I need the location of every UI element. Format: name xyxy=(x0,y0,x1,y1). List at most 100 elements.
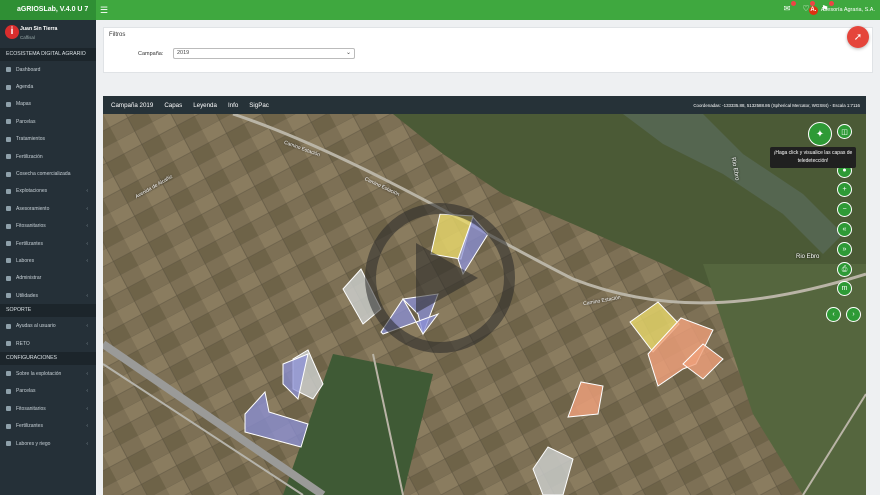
menu-icon xyxy=(6,388,11,394)
pin-icon: ● xyxy=(842,167,847,174)
chevron-left-icon: ‹ xyxy=(86,205,88,212)
menu-icon xyxy=(6,406,11,412)
campaign-label: Campaña: xyxy=(138,51,164,57)
sidebar-item-label: Dashboard xyxy=(16,66,41,73)
sidebar-item-label: Utilidades xyxy=(16,292,38,299)
map-coordinates: Coordenadas: -133335.88, 5132588.86 (Sph… xyxy=(693,102,860,108)
sidebar-item-label: Administrar xyxy=(16,275,42,282)
sidebar-item-label: Fertilización xyxy=(16,153,43,160)
map-toolbar-info[interactable]: Info xyxy=(228,102,238,109)
sidebar-item-cosecha-comercializada[interactable]: Cosecha comercializada xyxy=(0,165,96,182)
previous-view-button[interactable]: « xyxy=(837,222,852,237)
next-view-button[interactable]: » xyxy=(837,242,852,257)
sidebar-section-ecosystem: ECOSISTEMA DIGITAL AGRARIO xyxy=(0,48,96,61)
campaign-select[interactable]: 2019 ⌄ xyxy=(173,48,355,59)
mail-icon[interactable]: ✉ xyxy=(782,1,796,14)
chevron-left-icon: ‹ xyxy=(86,223,88,230)
sidebar-item-label: Cosecha comercializada xyxy=(16,171,71,178)
sidebar-item-labores-y-riego[interactable]: Labores y riego ‹ xyxy=(0,435,96,452)
sidebar-item-label: Parcelas xyxy=(16,118,36,125)
sidebar-section-support: SOPORTE xyxy=(0,304,96,318)
sidebar-item-ayudas-al-usuario[interactable]: Ayudas al usuario ‹ xyxy=(0,317,96,334)
menu-icon xyxy=(6,67,11,73)
menu-icon xyxy=(6,371,11,377)
menu-icon xyxy=(6,136,11,142)
sidebar-item-fertilizantes[interactable]: Fertilizantes ‹ xyxy=(0,235,96,252)
chevron-left-icon: ‹ xyxy=(86,323,88,330)
company-menu[interactable]: A. Asesoría Agraria, S.A. xyxy=(808,0,875,20)
pan-right-button[interactable]: › xyxy=(846,307,861,322)
chevron-left-icon: ‹ xyxy=(86,370,88,377)
sidebar-item-label: Ayudas al usuario xyxy=(16,323,56,330)
sidebar-item-fitosanitarios[interactable]: Fitosanitarios ‹ xyxy=(0,218,96,235)
map-view-button[interactable]: ◫ xyxy=(837,124,852,139)
chevron-left-icon: ‹ xyxy=(86,388,88,395)
sidebar-item-label: Parcelas xyxy=(16,388,36,395)
sidebar-item-sobre-la-explotación[interactable]: Sobre la explotación ‹ xyxy=(0,365,96,382)
map-toolbar-legend[interactable]: Leyenda xyxy=(193,102,217,109)
sidebar-item-label: Mapas xyxy=(16,101,32,108)
menu-icon xyxy=(6,423,11,429)
user-name: Juan Sin Tierra xyxy=(20,26,58,32)
sidebar-item-parcelas[interactable]: Parcelas ‹ xyxy=(0,383,96,400)
map-toolbar-sigpac[interactable]: SigPac xyxy=(249,102,269,109)
menu-icon xyxy=(6,258,11,264)
sidebar-item-agenda[interactable]: Agenda xyxy=(0,78,96,95)
play-triangle xyxy=(416,243,478,313)
sidebar-item-reto[interactable]: RETO ‹ xyxy=(0,335,96,352)
hamburger-icon[interactable]: ☰ xyxy=(100,5,108,16)
app-title[interactable]: aGRIOSLab, V.4.0 U 7 xyxy=(0,0,96,20)
zoom-out-button[interactable]: − xyxy=(837,202,852,217)
sidebar-item-parcelas[interactable]: Parcelas xyxy=(0,113,96,130)
menu-icon xyxy=(6,101,11,107)
chevron-down-icon: ⌄ xyxy=(345,50,351,56)
sidebar-item-label: Fertilizantes xyxy=(16,240,43,247)
menu-icon xyxy=(6,206,11,212)
sidebar: i Juan Sin Tierra Caffisal ECOSISTEMA DI… xyxy=(0,20,96,495)
sidebar-item-mapas[interactable]: Mapas xyxy=(0,96,96,113)
sidebar-item-label: RETO xyxy=(16,340,30,347)
campaign-value: 2019 xyxy=(177,50,190,56)
double-right-icon: » xyxy=(842,246,847,253)
map-icon: ◫ xyxy=(841,128,848,136)
menu-icon xyxy=(6,84,11,90)
map-toolbar: Campaña 2019 Capas Leyenda Info SigPac C… xyxy=(103,96,866,114)
chevron-left-icon: ‹ xyxy=(86,257,88,264)
print-button[interactable]: ⎙ xyxy=(837,262,852,277)
sidebar-item-label: Fitosanitarios xyxy=(16,405,46,412)
print-icon: ⎙ xyxy=(841,265,848,273)
alert-icon[interactable]: i xyxy=(5,25,19,39)
zoom-in-button[interactable]: + xyxy=(837,182,852,197)
sidebar-item-tratamientos[interactable]: Tratamientos xyxy=(0,131,96,148)
chevron-left-icon: ‹ xyxy=(86,405,88,412)
menu-icon xyxy=(6,119,11,125)
sidebar-item-label: Agenda xyxy=(16,84,34,91)
sidebar-item-asesoramiento[interactable]: Asesoramiento ‹ xyxy=(0,200,96,217)
sidebar-item-labores[interactable]: Labores ‹ xyxy=(0,252,96,269)
compass-icon: ➚ xyxy=(853,31,863,43)
menu-icon xyxy=(6,293,11,299)
compass-button[interactable]: ➚ xyxy=(847,26,869,48)
sidebar-item-explotaciones[interactable]: Explotaciones ‹ xyxy=(0,183,96,200)
user-profile[interactable]: i Juan Sin Tierra Caffisal xyxy=(0,20,96,48)
sidebar-item-fitosanitarios[interactable]: Fitosanitarios ‹ xyxy=(0,400,96,417)
sidebar-item-fertilización[interactable]: Fertilización xyxy=(0,148,96,165)
map-toolbar-campaign[interactable]: Campaña 2019 xyxy=(111,102,153,109)
map-view[interactable]: Campaña 2019 Capas Leyenda Info SigPac C… xyxy=(103,96,866,495)
pan-left-button[interactable]: ‹ xyxy=(826,307,841,322)
chevron-left-icon: ‹ xyxy=(86,188,88,195)
chevron-left-icon: ‹ xyxy=(86,440,88,447)
menu-icon xyxy=(6,441,11,446)
menu-icon xyxy=(6,241,11,247)
sidebar-item-label: Asesoramiento xyxy=(16,205,50,212)
filters-panel: Filtros Campaña: 2019 ⌄ xyxy=(103,27,873,73)
sidebar-item-administrar[interactable]: Administrar xyxy=(0,270,96,287)
chevron-left-icon: ‹ xyxy=(86,292,88,299)
sidebar-item-fertilizantes[interactable]: Fertilizantes ‹ xyxy=(0,417,96,434)
remote-sensing-button[interactable]: ✦ xyxy=(808,122,832,146)
sidebar-item-label: Fitosanitarios xyxy=(16,223,46,230)
measure-button[interactable]: m xyxy=(837,281,852,296)
sidebar-item-utilidades[interactable]: Utilidades ‹ xyxy=(0,287,96,304)
sidebar-item-dashboard[interactable]: Dashboard xyxy=(0,61,96,78)
map-toolbar-layers[interactable]: Capas xyxy=(164,102,182,109)
